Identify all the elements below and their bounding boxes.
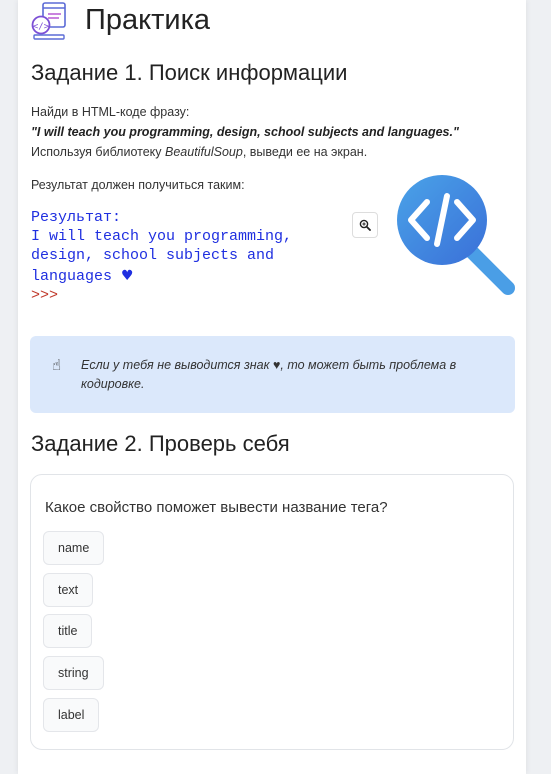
answer-option-label[interactable]: label bbox=[43, 698, 100, 732]
page-header: </> bbox=[31, 0, 67, 42]
code-search-icon bbox=[397, 175, 515, 295]
zoom-button[interactable] bbox=[352, 212, 378, 238]
task1-instruction: Найди в HTML-коде фразу: bbox=[31, 105, 190, 119]
code-line: I will teach you programming, bbox=[31, 228, 293, 245]
task2-heading: Задание 2. Проверь себя bbox=[31, 431, 290, 456]
page-title: Практика bbox=[85, 4, 211, 36]
task1-heading: Задание 1. Поиск информации bbox=[31, 60, 348, 85]
library-text-prefix: Используя библиотеку bbox=[31, 145, 165, 159]
task1-instruction-library: Используя библиотеку BeautifulSoup, выве… bbox=[31, 145, 367, 159]
pointing-hand-icon: ☝ bbox=[52, 357, 62, 374]
encoding-note: ☝ Если у тебя не выводится знак ♥, то мо… bbox=[30, 336, 515, 413]
library-text-suffix: , выведи ее на экран. bbox=[242, 145, 368, 159]
note-text: Если у тебя не выводится знак ♥, то може… bbox=[81, 358, 457, 391]
quiz-card: Какое свойство поможет вывести название … bbox=[30, 474, 514, 750]
svg-text:</>: </> bbox=[33, 22, 50, 32]
web-code-icon: </> bbox=[31, 2, 66, 40]
zoom-in-icon bbox=[359, 219, 371, 231]
heart-icon: ♥ bbox=[121, 268, 134, 284]
code-output: Результат: I will teach you programming,… bbox=[31, 208, 292, 305]
library-name: BeautifulSoup bbox=[165, 145, 243, 159]
code-line: languages ♥ bbox=[31, 267, 292, 286]
code-line: design, school subjects and bbox=[31, 247, 275, 264]
answer-option-title[interactable]: title bbox=[43, 614, 93, 648]
code-line-text: languages bbox=[31, 268, 122, 285]
result-label: Результат должен получиться таким: bbox=[31, 178, 245, 192]
code-prompt: >>> bbox=[31, 287, 59, 304]
answer-option-text[interactable]: text bbox=[43, 573, 94, 607]
code-line: Результат: bbox=[31, 209, 122, 226]
task1-quote: "I will teach you programming, design, s… bbox=[31, 125, 459, 139]
answer-option-name[interactable]: name bbox=[43, 531, 105, 565]
content-card: </> Практика Задание 1. Поиск информации… bbox=[18, 0, 526, 774]
answer-option-string[interactable]: string bbox=[43, 656, 104, 690]
quiz-question: Какое свойство поможет вывести название … bbox=[45, 499, 388, 516]
